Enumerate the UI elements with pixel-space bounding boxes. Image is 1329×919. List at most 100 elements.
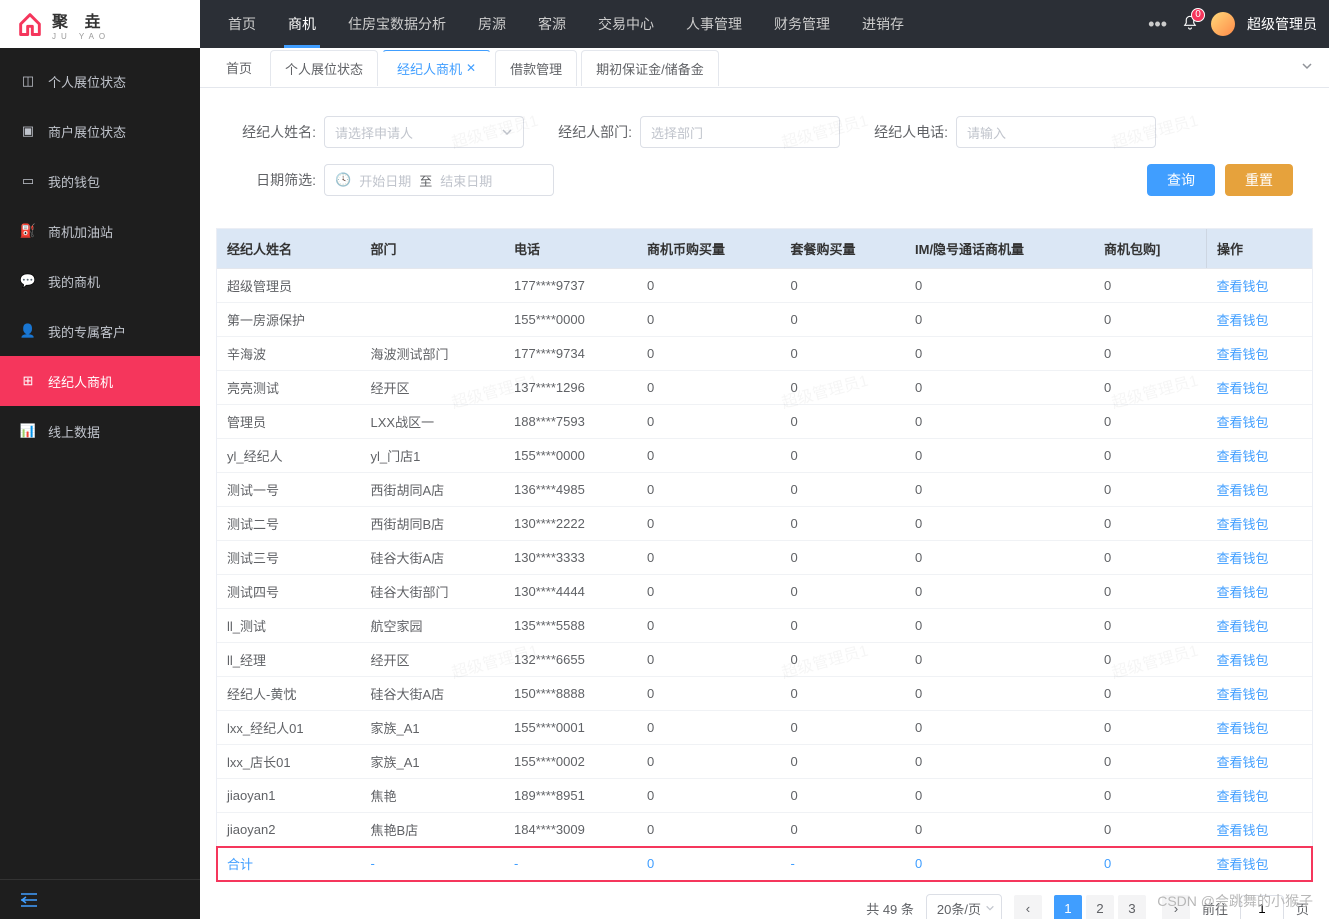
view-wallet-link[interactable]: 查看钱包 bbox=[1216, 449, 1268, 464]
agent-dept-input[interactable]: 选择部门 bbox=[640, 116, 840, 148]
data-table: 经纪人姓名部门电话商机币购买量套餐购买量IM/隐号通话商机量商机包购]操作 超级… bbox=[217, 229, 1312, 881]
summary-row: 合计 - - 0 - 0 0 查看钱包 bbox=[217, 847, 1312, 881]
view-wallet-link[interactable]: 查看钱包 bbox=[1216, 823, 1268, 838]
notifications-button[interactable]: 0 bbox=[1181, 14, 1199, 35]
sidebar-item-2[interactable]: ▭我的钱包 bbox=[0, 156, 200, 206]
cell-c1: 0 bbox=[637, 473, 781, 507]
cell-c4: 0 bbox=[1094, 405, 1207, 439]
top-menu-5[interactable]: 交易中心 bbox=[582, 0, 670, 48]
tab-3[interactable]: 借款管理 bbox=[495, 50, 577, 86]
view-wallet-link[interactable]: 查看钱包 bbox=[1216, 585, 1268, 600]
cell-name: 超级管理员 bbox=[217, 269, 361, 303]
col-header-5: IM/隐号通话商机量 bbox=[905, 229, 1094, 269]
top-menu-2[interactable]: 住房宝数据分析 bbox=[332, 0, 462, 48]
sidebar-item-label: 个人展位状态 bbox=[48, 72, 126, 91]
station-icon: ⛽ bbox=[20, 223, 36, 239]
page-button-1[interactable]: 1 bbox=[1054, 895, 1082, 919]
cell-phone: - bbox=[504, 847, 637, 881]
cell-phone: 188****7593 bbox=[504, 405, 637, 439]
view-wallet-link[interactable]: 查看钱包 bbox=[1216, 619, 1268, 634]
tab-1[interactable]: 个人展位状态 bbox=[270, 50, 378, 86]
top-menu-0[interactable]: 首页 bbox=[212, 0, 272, 48]
cell-c3: 0 bbox=[905, 269, 1094, 303]
tab-2[interactable]: 经纪人商机✕ bbox=[382, 50, 491, 86]
table-row: lxx_店长01 家族_A1 155****0002 0 0 0 0 查看钱包 bbox=[217, 745, 1312, 779]
top-menu-3[interactable]: 房源 bbox=[462, 0, 522, 48]
tab-0[interactable]: 首页 bbox=[212, 50, 266, 86]
sidebar-item-3[interactable]: ⛽商机加油站 bbox=[0, 206, 200, 256]
view-wallet-link[interactable]: 查看钱包 bbox=[1216, 483, 1268, 498]
view-wallet-link[interactable]: 查看钱包 bbox=[1216, 755, 1268, 770]
avatar[interactable] bbox=[1211, 12, 1235, 36]
top-menu-8[interactable]: 进销存 bbox=[846, 0, 920, 48]
view-wallet-link[interactable]: 查看钱包 bbox=[1216, 551, 1268, 566]
prev-page-button[interactable]: ‹ bbox=[1014, 895, 1042, 919]
close-icon[interactable]: ✕ bbox=[466, 61, 476, 75]
top-more-button[interactable]: ••• bbox=[1138, 14, 1177, 35]
view-wallet-link[interactable]: 查看钱包 bbox=[1216, 653, 1268, 668]
tab-4[interactable]: 期初保证金/储备金 bbox=[581, 50, 719, 86]
page-button-3[interactable]: 3 bbox=[1118, 895, 1146, 919]
view-wallet-link[interactable]: 查看钱包 bbox=[1216, 279, 1268, 294]
cell-c3: 0 bbox=[905, 473, 1094, 507]
view-wallet-link[interactable]: 查看钱包 bbox=[1216, 857, 1268, 872]
date-range-picker[interactable]: 🕓 开始日期 至 结束日期 bbox=[324, 164, 554, 196]
agent-name-select[interactable]: 请选择申请人 bbox=[324, 116, 524, 148]
cell-c3: 0 bbox=[905, 575, 1094, 609]
cell-c2: 0 bbox=[781, 405, 905, 439]
logo[interactable]: 聚 垚 JU YAO bbox=[0, 0, 200, 48]
cell-name: 第一房源保护 bbox=[217, 303, 361, 337]
view-wallet-link[interactable]: 查看钱包 bbox=[1216, 517, 1268, 532]
sidebar-item-7[interactable]: 📊线上数据 bbox=[0, 406, 200, 456]
date-filter-label: 日期筛选: bbox=[236, 170, 316, 190]
cell-c4: 0 bbox=[1094, 575, 1207, 609]
cell-c1: 0 bbox=[637, 337, 781, 371]
cell-c2: 0 bbox=[781, 371, 905, 405]
view-wallet-link[interactable]: 查看钱包 bbox=[1216, 415, 1268, 430]
cell-c3: 0 bbox=[905, 813, 1094, 847]
col-header-3: 商机币购买量 bbox=[637, 229, 781, 269]
pagination: 共 49 条 20条/页 ‹ 123 › 前往 页 bbox=[216, 882, 1313, 919]
top-menu-4[interactable]: 客源 bbox=[522, 0, 582, 48]
sidebar-item-5[interactable]: 👤我的专属客户 bbox=[0, 306, 200, 356]
tabs-more-button[interactable] bbox=[1297, 56, 1317, 79]
cell-phone: 155****0000 bbox=[504, 303, 637, 337]
sidebar-item-1[interactable]: ▣商户展位状态 bbox=[0, 106, 200, 156]
username[interactable]: 超级管理员 bbox=[1247, 14, 1317, 34]
view-wallet-link[interactable]: 查看钱包 bbox=[1216, 721, 1268, 736]
placeholder-text: 选择部门 bbox=[651, 123, 703, 142]
sidebar-item-0[interactable]: ◫ 个人展位状态 bbox=[0, 56, 200, 106]
search-button[interactable]: 查询 bbox=[1147, 164, 1215, 196]
view-wallet-link[interactable]: 查看钱包 bbox=[1216, 687, 1268, 702]
cell-name: 经纪人-黄忱 bbox=[217, 677, 361, 711]
sidebar-item-4[interactable]: 💬我的商机 bbox=[0, 256, 200, 306]
cell-c4: 0 bbox=[1094, 541, 1207, 575]
view-wallet-link[interactable]: 查看钱包 bbox=[1216, 347, 1268, 362]
tabs: 首页个人展位状态经纪人商机✕借款管理期初保证金/储备金 bbox=[212, 50, 1297, 86]
cell-phone: 137****1296 bbox=[504, 371, 637, 405]
top-menu-1[interactable]: 商机 bbox=[272, 0, 332, 48]
cell-phone: 132****6655 bbox=[504, 643, 637, 677]
top-menu-6[interactable]: 人事管理 bbox=[670, 0, 758, 48]
view-wallet-link[interactable]: 查看钱包 bbox=[1216, 381, 1268, 396]
cell-c4: 0 bbox=[1094, 507, 1207, 541]
top-menu-7[interactable]: 财务管理 bbox=[758, 0, 846, 48]
page-button-2[interactable]: 2 bbox=[1086, 895, 1114, 919]
collapse-sidebar-button[interactable] bbox=[0, 879, 200, 919]
sidebar-item-6[interactable]: ⊞经纪人商机 bbox=[0, 356, 200, 406]
reset-button[interactable]: 重置 bbox=[1225, 164, 1293, 196]
cell-c1: 0 bbox=[637, 575, 781, 609]
agent-phone-input[interactable]: 请输入 bbox=[956, 116, 1156, 148]
cell-dept bbox=[361, 269, 505, 303]
tab-label: 首页 bbox=[226, 58, 252, 77]
view-wallet-link[interactable]: 查看钱包 bbox=[1216, 313, 1268, 328]
main-area: 首页商机住房宝数据分析房源客源交易中心人事管理财务管理进销存 ••• 0 超级管… bbox=[200, 0, 1329, 919]
view-wallet-link[interactable]: 查看钱包 bbox=[1216, 789, 1268, 804]
cell-phone: 135****5588 bbox=[504, 609, 637, 643]
cell-dept: 硅谷大街A店 bbox=[361, 541, 505, 575]
cell-name: 辛海波 bbox=[217, 337, 361, 371]
page-size-select[interactable]: 20条/页 bbox=[926, 894, 1002, 919]
table-row: 经纪人-黄忱 硅谷大街A店 150****8888 0 0 0 0 查看钱包 bbox=[217, 677, 1312, 711]
cell-name: lxx_店长01 bbox=[217, 745, 361, 779]
user-card-icon: ◫ bbox=[20, 73, 36, 89]
